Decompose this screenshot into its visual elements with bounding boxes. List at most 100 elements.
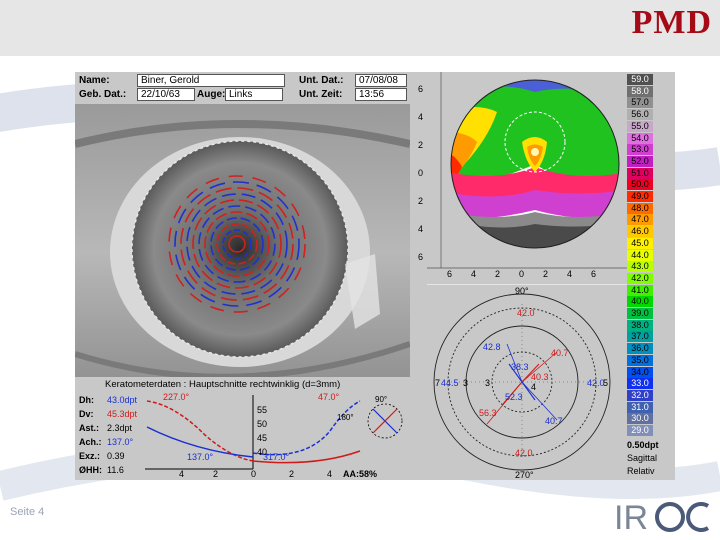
scale-value: 30.0 <box>627 413 653 425</box>
slide-number: Seite 4 <box>10 506 45 518</box>
name-value: Biner, Gerold <box>137 74 285 87</box>
kerato-row-value: 2.3dpt <box>107 423 133 433</box>
x-tick-label: 0 <box>251 469 257 479</box>
kerato-row-value: 0.39 <box>107 451 125 461</box>
scale-value: 52.0 <box>627 155 653 167</box>
dioptre-colour-scale: 59.0 58.0 57.0 56.0 55.0 54.0 53.0 52.0 51.0 50.0… <box>627 72 675 480</box>
polar-value: 52.3 <box>505 392 523 402</box>
dob-value: 22/10/63 <box>137 88 195 101</box>
y-tick-label: 45 <box>257 433 268 443</box>
eye-image <box>75 104 410 400</box>
kerato-angle-1: 227.0° <box>163 392 190 402</box>
eye-value: Links <box>225 88 283 101</box>
topo-y-tick: 2 <box>418 140 424 150</box>
polar-value: 42.0 <box>515 448 533 458</box>
scale-value: 36.0 <box>627 343 653 355</box>
kerato-row-label: Ach.: <box>79 437 102 447</box>
topo-y-tick: 6 <box>418 252 424 262</box>
x-tick-label: 4 <box>327 469 333 479</box>
kerato-row-label: Ast.: <box>79 423 99 433</box>
polar-value: 3 <box>463 378 469 388</box>
polar-value: 3 <box>485 378 491 388</box>
exam-date-label: Unt. Dat.: <box>299 75 344 86</box>
y-tick-label: 40 <box>257 447 268 457</box>
polar-value: 42.8 <box>483 342 501 352</box>
kerato-angle-2: 47.0° <box>318 392 340 402</box>
meridian-profile-chart <box>145 395 403 470</box>
topo-x-tick: 4 <box>567 269 573 279</box>
scale-value: 41.0 <box>627 284 653 296</box>
scale-value: 53.0 <box>627 144 653 156</box>
kerato-row-value: 43.0dpt <box>107 395 138 405</box>
brand-title: PMD <box>631 4 712 41</box>
eye-label: Auge: <box>197 89 226 100</box>
scale-value: 31.0 <box>627 401 653 413</box>
mini-left-label: 180° <box>337 413 354 422</box>
kerato-row-label: Dv: <box>79 409 94 419</box>
topo-y-tick: 2 <box>418 196 424 206</box>
polar-value: 40.7 <box>551 348 569 358</box>
name-label: Name: <box>79 75 110 86</box>
kerato-title: Keratometerdaten : Hauptschnitte rechtwi… <box>105 379 341 390</box>
topo-y-tick: 6 <box>418 84 424 94</box>
scale-value: 35.0 <box>627 354 653 366</box>
scale-value: 43.0 <box>627 261 653 273</box>
polar-value: 90° <box>515 286 529 296</box>
scale-mode: Sagittal <box>627 453 658 463</box>
x-tick-label: 2 <box>289 469 295 479</box>
topo-x-tick: 2 <box>543 269 549 279</box>
scale-value: 45.0 <box>627 237 653 249</box>
scale-value: 49.0 <box>627 191 653 202</box>
scale-value: 40.0 <box>627 296 653 308</box>
kerato-row-label: ØHH: <box>79 465 102 475</box>
scale-type: Relativ <box>627 466 655 476</box>
kerato-row-value: 45.3dpt <box>107 409 138 419</box>
scale-value: 54.0 <box>627 132 653 144</box>
polar-value: 4 <box>531 382 537 392</box>
exam-date-value: 07/08/08 <box>355 74 407 87</box>
scale-value: 42.0 <box>627 272 653 284</box>
exam-time-value: 13:56 <box>355 88 407 101</box>
scale-value: 29.0 <box>627 425 653 436</box>
topo-y-tick: 4 <box>418 224 424 234</box>
polar-value: 7 <box>435 378 441 388</box>
scale-value: 38.0 <box>627 319 653 331</box>
x-tick-label: 2 <box>213 469 219 479</box>
scale-value: 51.0 <box>627 167 653 179</box>
scale-value: 34.0 <box>627 366 653 378</box>
polar-value: 42.0 <box>517 308 535 318</box>
kerato-row-value: 11.6 <box>107 465 124 475</box>
scale-step: 0.50dpt <box>627 440 659 450</box>
x-tick-label: 4 <box>179 469 185 479</box>
kerato-row-value: 137.0° <box>107 437 134 447</box>
scale-value: 55.0 <box>627 120 653 132</box>
scale-value: 39.0 <box>627 308 653 319</box>
dob-label: Geb. Dat.: <box>79 89 127 100</box>
svg-text:IR: IR <box>614 499 648 536</box>
y-tick-label: 50 <box>257 419 268 429</box>
topography-display: Name: Biner, Gerold Geb. Dat.: 22/10/63 … <box>75 72 675 480</box>
polar-value: 38.3 <box>511 362 529 372</box>
keratometer-data: Keratometerdaten : Hauptschnitte rechtwi… <box>75 377 410 480</box>
topo-x-tick: 4 <box>471 269 477 279</box>
scale-value: 57.0 <box>627 97 653 109</box>
kerato-angle-3: 137.0° <box>187 452 214 462</box>
scale-value: 48.0 <box>627 202 653 214</box>
scale-value: 47.0 <box>627 214 653 226</box>
scale-value: 44.0 <box>627 249 653 261</box>
scale-value: 56.0 <box>627 109 653 121</box>
topo-y-tick: 0 <box>418 168 424 178</box>
kerato-row-label: Exz.: <box>79 451 101 461</box>
exam-time-label: Unt. Zeit: <box>299 89 343 100</box>
topo-x-tick: 6 <box>591 269 597 279</box>
polar-value: 270° <box>515 470 534 480</box>
topo-x-tick: 6 <box>447 269 453 279</box>
scale-value: 46.0 <box>627 226 653 238</box>
y-tick-label: 55 <box>257 405 268 415</box>
topo-x-tick: 2 <box>495 269 501 279</box>
polar-value: 40.7 <box>545 416 563 426</box>
topography-map <box>427 72 627 282</box>
scale-value: 32.0 <box>627 389 653 401</box>
polar-value: 44.5 <box>441 378 459 388</box>
title-bar <box>0 0 720 56</box>
